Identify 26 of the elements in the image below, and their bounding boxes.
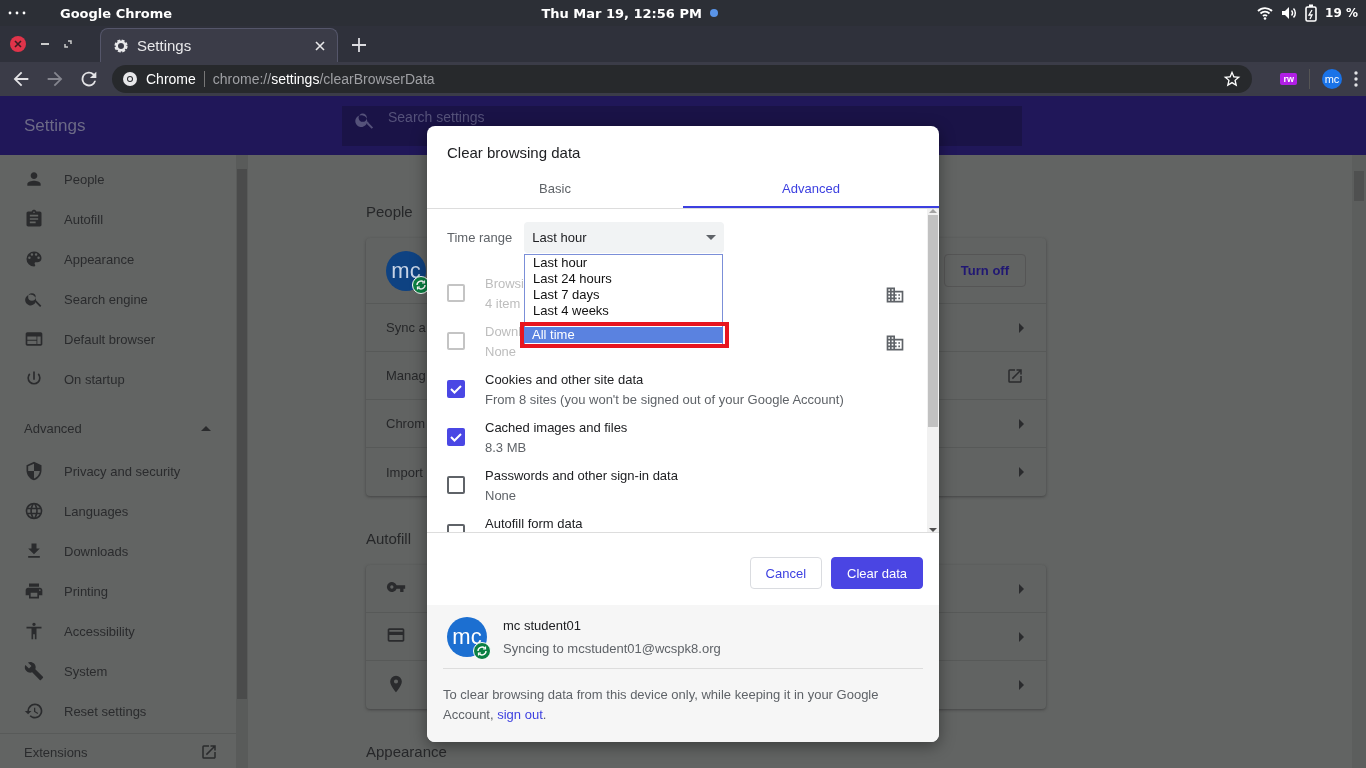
item-title: Cached images and files <box>485 420 628 435</box>
account-avatar: mc <box>386 250 426 291</box>
item-detail: From 8 sites (you won't be signed out of your Google Account) <box>485 392 844 407</box>
item-title: Autofill form data <box>485 516 583 531</box>
item-detail: 8.3 MB <box>485 440 527 455</box>
search-placeholder: Search settings <box>388 108 485 125</box>
item-detail: None <box>485 488 517 503</box>
time-range-label: Time range <box>447 230 513 245</box>
item-detail: None <box>485 344 517 359</box>
section-heading: People <box>366 203 413 222</box>
item-detail: 4 item <box>485 296 521 311</box>
account-name: mc student01 <box>503 618 583 633</box>
settings-title: Settings <box>23 115 87 136</box>
item-title: Downl <box>485 324 522 339</box>
url-text: chrome://settings/clearBrowserData <box>212 71 436 87</box>
site-label: Chrome <box>146 71 196 87</box>
battery-percentage: 19 % <box>1325 6 1358 20</box>
tab-title: Settings <box>137 37 193 54</box>
item-title: Passwords and other sign-in data <box>485 468 678 483</box>
dialog-title: Clear browsing data <box>446 143 582 163</box>
info-text: To clear browsing data from this device only, while keeping it in your Google Account, sign out. <box>443 686 880 724</box>
section-heading: Appearance <box>366 743 447 762</box>
item-title: Browsi <box>485 276 524 291</box>
item-title: Cookies and other site data <box>485 372 644 387</box>
sync-status: Syncing to mcstudent01@wcspk8.org <box>503 641 721 656</box>
section-heading: Autofill <box>366 530 412 549</box>
